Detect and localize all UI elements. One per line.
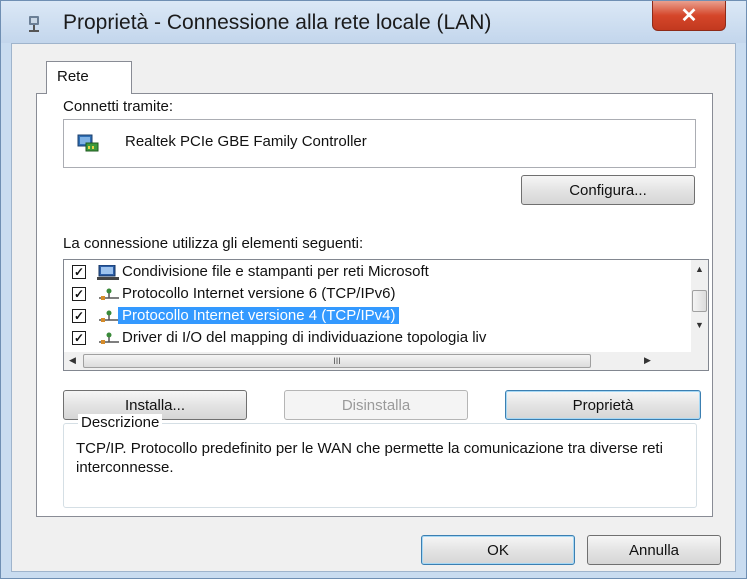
configure-button-label: Configura... [569,181,647,199]
adapter-field: Realtek PCIe GBE Family Controller [63,119,696,168]
network-adapter-icon [29,16,39,32]
uninstall-button: Disinstalla [284,390,468,420]
cancel-button-label: Annulla [628,541,680,559]
list-item[interactable]: ✓ Condivisione file e stampanti per reti… [64,262,664,284]
components-list[interactable]: ✓ Condivisione file e stampanti per reti… [63,259,709,371]
network-card-icon [77,134,99,152]
checkbox-checked[interactable]: ✓ [72,287,86,301]
properties-button-label: Proprietà [572,396,634,414]
window-title: Proprietà - Connessione alla rete locale… [63,11,492,34]
tab-panel-rete: Connetti tramite: Realtek PCIe GBE Famil… [36,93,713,517]
title-bar[interactable]: Proprietà - Connessione alla rete locale… [1,1,746,43]
horizontal-scroll-thumb[interactable]: III [83,354,591,368]
install-button-label: Installa... [124,396,186,414]
scroll-left-icon[interactable]: ◀ [69,355,76,366]
uninstall-button-label: Disinstalla [341,396,411,414]
close-button[interactable]: ✕ [652,1,726,31]
list-item-label: Protocollo Internet versione 4 (TCP/IPv4… [118,307,400,324]
scroll-down-icon[interactable]: ▼ [695,320,704,330]
protocol-icon [99,332,119,344]
description-text: TCP/IP. Protocollo predefinito per le WA… [76,440,663,476]
checkbox-checked[interactable]: ✓ [72,331,86,345]
ok-button[interactable]: OK [421,535,575,565]
close-icon: ✕ [680,5,698,27]
vertical-scrollbar[interactable]: ▲ ▼ [691,260,708,352]
list-item-label: Protocollo Internet versione 6 (TCP/IPv6… [122,285,396,302]
horizontal-scrollbar[interactable]: ◀ III ▶ [64,352,708,370]
cancel-button[interactable]: Annulla [587,535,721,565]
network-share-icon [97,265,119,280]
configure-button[interactable]: Configura... [521,175,695,205]
ok-button-label: OK [487,541,509,559]
list-item-selected[interactable]: ✓ Protocollo Internet versione 4 (TCP/IP… [64,306,664,328]
checkbox-checked[interactable]: ✓ [72,265,86,279]
scroll-up-icon[interactable]: ▲ [695,264,704,274]
description-group: Descrizione TCP/IP. Protocollo predefini… [63,414,697,508]
properties-button[interactable]: Proprietà [505,390,701,420]
connect-via-label: Connetti tramite: [63,98,174,115]
properties-dialog: Proprietà - Connessione alla rete locale… [0,0,747,579]
list-item[interactable]: ✓ Driver di I/O del mapping di individua… [64,328,664,350]
list-item-label: Driver di I/O del mapping di individuazi… [122,329,487,346]
items-label: La connessione utilizza gli elementi seg… [63,235,364,252]
dialog-client-area: Rete Connetti tramite: Realtek PCIe GBE … [11,43,736,572]
tab-rete[interactable]: Rete [46,61,132,94]
list-item[interactable]: ✓ Protocollo Internet versione 6 (TCP/IP… [64,284,664,306]
checkbox-checked[interactable]: ✓ [72,309,86,323]
protocol-icon [99,288,119,300]
description-legend: Descrizione [78,414,163,431]
scroll-right-icon[interactable]: ▶ [644,355,651,366]
vertical-scroll-thumb[interactable] [692,290,707,312]
list-item-label: Condivisione file e stampanti per reti M… [122,263,429,280]
adapter-name: Realtek PCIe GBE Family Controller [125,133,367,150]
